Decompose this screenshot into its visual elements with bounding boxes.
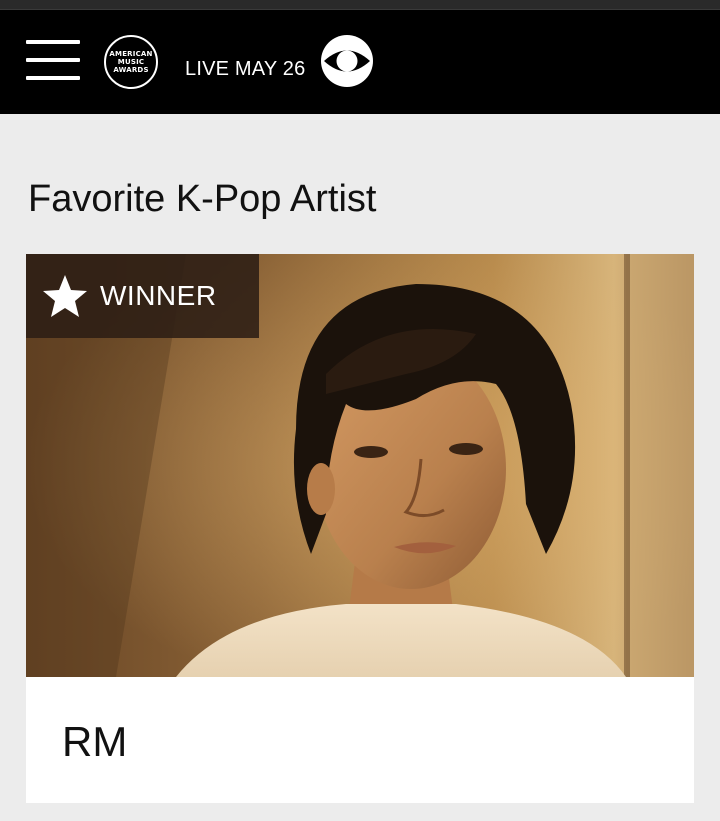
logo-line-2: MUSIC — [117, 58, 145, 66]
star-icon — [43, 275, 87, 317]
winner-badge: WINNER — [26, 254, 259, 338]
broadcast-date-text: LIVE MAY 26 — [185, 58, 306, 80]
winner-label: WINNER — [100, 280, 217, 311]
category-title: Favorite K-Pop Artist — [28, 178, 377, 220]
cbs-eye-icon[interactable] — [320, 34, 374, 88]
browser-top-strip — [0, 0, 720, 10]
logo-line-1: AMERICAN — [109, 50, 153, 58]
logo-line-3: AWARDS — [113, 66, 149, 74]
artist-name[interactable]: RM — [62, 717, 127, 767]
winner-card[interactable]: WINNER RM — [26, 254, 694, 803]
site-navbar: AMERICAN MUSIC AWARDS LIVE MAY 26 — [0, 10, 720, 114]
ama-logo[interactable]: AMERICAN MUSIC AWARDS — [104, 35, 158, 89]
hamburger-menu-icon[interactable] — [26, 40, 80, 80]
